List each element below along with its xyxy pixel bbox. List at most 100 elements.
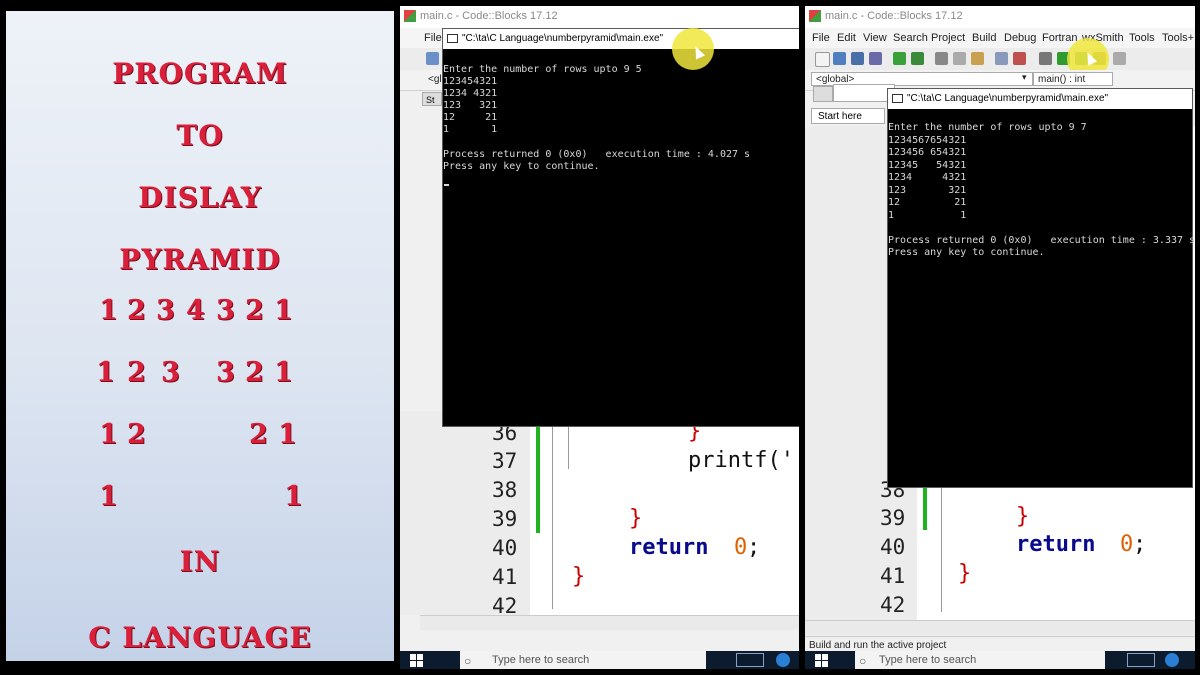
cut-icon[interactable]	[935, 52, 948, 65]
pyramid-row-1: 1 2 3 4 3 2 1	[6, 295, 394, 335]
console-title-bar: "C:\ta\C Language\numberpyramid\main.exe…	[443, 29, 799, 49]
console-title: "C:\ta\C Language\numberpyramid\main.exe…	[907, 93, 1109, 104]
console-line: 123 321	[443, 100, 498, 111]
menu-edit[interactable]: Edit	[837, 32, 856, 44]
menu-tools[interactable]: Tools	[1129, 32, 1155, 44]
build-gear-icon[interactable]	[1039, 52, 1052, 65]
save-all-icon[interactable]	[869, 52, 882, 65]
code-printf: printf('	[688, 448, 794, 473]
title-line-language: C LANGUAGE	[88, 621, 312, 654]
menu-search[interactable]: Search	[893, 32, 928, 44]
console-window[interactable]: "C:\ta\C Language\numberpyramid\main.exe…	[887, 88, 1195, 488]
windows-start-icon[interactable]	[815, 654, 829, 668]
console-line: Enter the number of rows upto 9 5	[443, 64, 642, 75]
windows-taskbar: ○ Type here to search	[400, 651, 799, 669]
tab-start-here[interactable]: Start here	[811, 108, 885, 124]
task-view-icon[interactable]	[736, 653, 764, 667]
console-line: 123454321	[443, 76, 498, 87]
pyramid-digit: 2	[127, 419, 146, 450]
console-line: 12 21	[443, 112, 498, 123]
console-line: Process returned 0 (0x0) execution time …	[888, 235, 1195, 246]
horizontal-scrollbar[interactable]	[805, 620, 1195, 635]
menu-debug[interactable]: Debug	[1004, 32, 1036, 44]
codeblocks-logo-icon	[809, 10, 821, 22]
console-line: 1 1	[443, 124, 498, 135]
windows-taskbar: ○ Type here to search	[805, 651, 1195, 669]
code-semicolon: ;	[1133, 532, 1147, 557]
abort-icon[interactable]	[1113, 52, 1126, 65]
taskbar-search-box[interactable]: ○ Type here to search	[460, 651, 706, 669]
menu-view[interactable]: View	[863, 32, 887, 44]
new-file-icon[interactable]	[426, 52, 439, 65]
redo-icon[interactable]	[911, 52, 924, 65]
horizontal-scrollbar[interactable]	[420, 615, 799, 630]
pyramid-digit: 3	[161, 357, 180, 388]
pyramid-digit: 2	[249, 419, 268, 450]
edge-browser-icon[interactable]	[776, 653, 790, 667]
pyramid-digit: 2	[245, 357, 264, 388]
menu-fortran[interactable]: Fortran	[1042, 32, 1077, 44]
line-number: 37	[492, 449, 518, 473]
taskbar-search-box[interactable]: ○ Type here to search	[855, 651, 1105, 669]
code-editor[interactable]: 36 37 38 39 40 41 42 } printf(' } return…	[400, 411, 799, 618]
console-line: Press any key to continue.	[888, 247, 1045, 258]
console-line: 1234 4321	[443, 88, 498, 99]
taskbar-search-text: Type here to search	[879, 654, 977, 666]
window-title: main.c - Code::Blocks 17.12	[825, 10, 963, 22]
open-file-icon[interactable]	[833, 52, 846, 65]
title-line-display: DISLAY	[138, 181, 262, 214]
console-line: Enter the number of rows upto 9 7	[888, 122, 1087, 133]
search-input[interactable]	[833, 84, 895, 102]
taskbar-search-text: Type here to search	[492, 654, 590, 666]
code-semicolon: ;	[747, 535, 761, 560]
undo-icon[interactable]	[893, 52, 906, 65]
line-number: 40	[880, 535, 906, 559]
menu-file[interactable]: File	[424, 32, 442, 44]
replace-icon[interactable]	[1013, 52, 1026, 65]
code-return-keyword: return	[1016, 532, 1096, 557]
change-marker	[923, 484, 927, 530]
console-line: 1234 4321	[888, 172, 967, 183]
function-dropdown[interactable]: main() : int	[1033, 72, 1113, 86]
new-file-icon[interactable]	[815, 52, 830, 67]
code-return-value: 0	[734, 535, 748, 560]
chevron-down-icon: ▾	[1022, 72, 1027, 82]
title-bar: main.c - Code::Blocks 17.12	[805, 6, 1195, 28]
menu-tools-plus[interactable]: Tools+	[1162, 32, 1194, 44]
pyramid-digit: 1	[274, 295, 293, 326]
code-brace: }	[958, 561, 972, 586]
task-view-icon[interactable]	[1127, 653, 1155, 667]
console-line: Press any key to continue.	[443, 161, 600, 172]
title-line-pyramid: PYRAMID	[119, 243, 281, 276]
line-number: 38	[492, 478, 518, 502]
title-bar: main.c - Code::Blocks 17.12	[400, 6, 799, 28]
find-icon[interactable]	[995, 52, 1008, 65]
start-tab[interactable]: St	[422, 92, 442, 106]
windows-start-icon[interactable]	[410, 654, 424, 668]
title-line-in: IN	[179, 545, 221, 578]
title-panel: PROGRAM TO DISLAY PYRAMID 1 2 3 4 3 2 1 …	[6, 11, 394, 661]
line-number: 39	[880, 506, 906, 530]
jump-back-icon[interactable]	[813, 86, 833, 102]
pyramid-digit: 1	[99, 295, 118, 326]
edge-browser-icon[interactable]	[1165, 653, 1179, 667]
codeblocks-window-left: main.c - Code::Blocks 17.12 File <gl St …	[400, 6, 799, 669]
search-icon: ○	[859, 654, 867, 668]
console-line: 12345 54321	[888, 160, 967, 171]
pyramid-digit: 1	[274, 357, 293, 388]
pyramid-digit: 1	[99, 481, 118, 512]
save-icon[interactable]	[851, 52, 864, 65]
copy-icon[interactable]	[953, 52, 966, 65]
line-number: 41	[880, 564, 906, 588]
menu-build[interactable]: Build	[972, 32, 996, 44]
window-title: main.c - Code::Blocks 17.12	[420, 10, 558, 22]
paste-icon[interactable]	[971, 52, 984, 65]
menu-project[interactable]: Project	[931, 32, 965, 44]
pyramid-digit: 1	[99, 419, 118, 450]
pyramid-digit: 3	[216, 295, 235, 326]
console-title: "C:\ta\C Language\numberpyramid\main.exe…	[462, 33, 664, 44]
menu-file[interactable]: File	[812, 32, 830, 44]
console-window[interactable]: "C:\ta\C Language\numberpyramid\main.exe…	[442, 28, 799, 427]
toolbar	[805, 48, 1195, 71]
console-line: 1 1	[888, 210, 967, 221]
